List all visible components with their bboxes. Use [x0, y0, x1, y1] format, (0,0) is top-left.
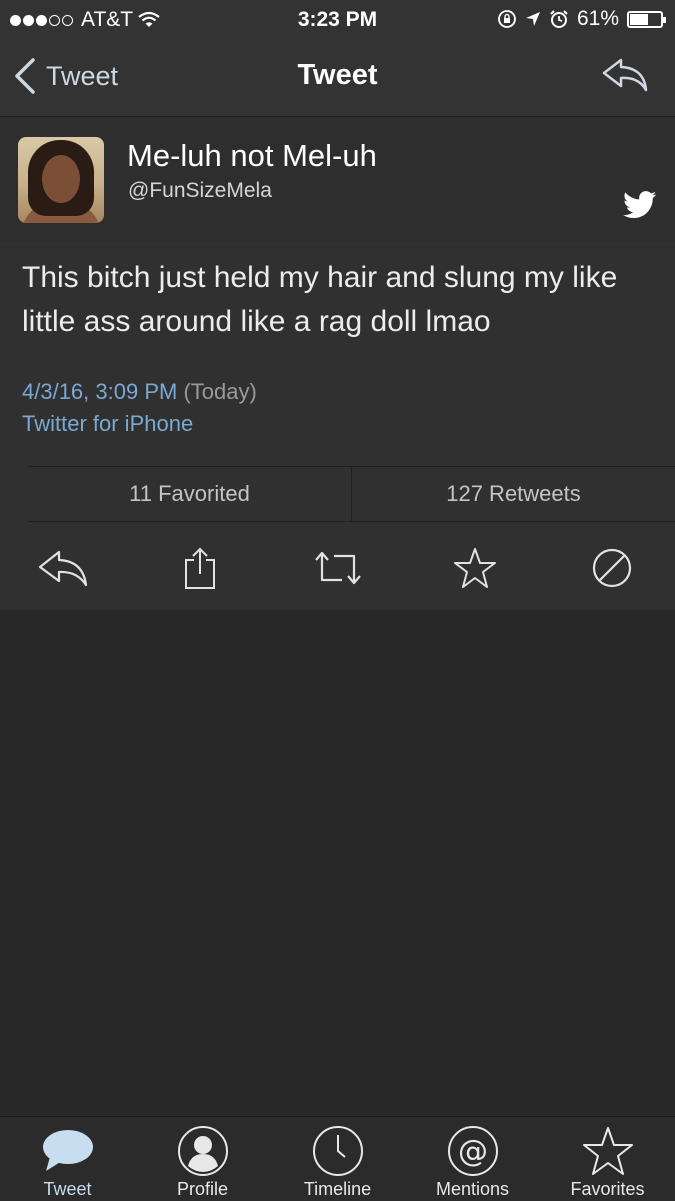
reply-icon: [602, 58, 648, 92]
tweet-text: This bitch just held my hair and slung m…: [22, 261, 618, 338]
tweet-header: Me-luh not Mel-uh @FunSizeMela: [0, 117, 675, 242]
star-icon: [582, 1127, 633, 1175]
tab-mentions[interactable]: @ Mentions: [405, 1117, 540, 1201]
display-name[interactable]: Me-luh not Mel-uh: [127, 138, 377, 174]
rotation-lock-icon: [498, 10, 516, 28]
tab-favorites[interactable]: Favorites: [540, 1117, 675, 1201]
battery-fill: [630, 13, 648, 25]
user-handle[interactable]: @FunSizeMela: [128, 179, 272, 203]
speech-bubble-icon: [42, 1130, 93, 1171]
tab-tweet[interactable]: Tweet: [0, 1117, 135, 1201]
battery-percent: 61%: [576, 7, 619, 30]
page-title: Tweet: [297, 59, 378, 91]
favorited-count[interactable]: 11 Favorited: [28, 467, 351, 521]
tweet-stats: 11 Favorited 127 Retweets: [28, 466, 675, 522]
tweet-date-note: (Today): [183, 379, 257, 404]
status-bar: AT&T 3:23 PM 61%: [0, 0, 675, 38]
navigation-bar: Tweet Tweet: [0, 38, 675, 117]
profile-icon: [177, 1126, 228, 1176]
avatar[interactable]: [18, 137, 104, 223]
clock-icon: [312, 1126, 363, 1176]
tab-label-favorites: Favorites: [570, 1179, 645, 1199]
tab-label-timeline: Timeline: [303, 1179, 372, 1199]
battery-icon: [627, 10, 666, 28]
tab-profile[interactable]: Profile: [135, 1117, 270, 1201]
share-button[interactable]: [173, 546, 227, 590]
twitter-bird-icon: [623, 191, 657, 219]
tweet-actions: [0, 536, 675, 596]
star-icon: [454, 548, 496, 588]
tweet-meta: 4/3/16, 3:09 PM (Today) Twitter for iPho…: [22, 376, 257, 440]
tweet-body: This bitch just held my hair and slung m…: [0, 242, 675, 610]
svg-text:@: @: [458, 1134, 488, 1169]
block-icon: [592, 548, 632, 588]
share-icon: [185, 547, 215, 589]
location-arrow-icon: [525, 12, 540, 26]
tweet-source-link[interactable]: Twitter for iPhone: [22, 408, 257, 440]
favorite-button[interactable]: [448, 546, 502, 590]
tab-timeline[interactable]: Timeline: [270, 1117, 405, 1201]
retweet-icon: [315, 551, 361, 585]
reply-nav-button[interactable]: [601, 56, 649, 99]
alarm-icon: [550, 10, 568, 28]
tab-label-profile: Profile: [176, 1179, 229, 1199]
tab-bar: Tweet Profile Timeline @ Mentions Favori…: [0, 1116, 675, 1201]
reply-icon: [38, 550, 88, 587]
retweet-count[interactable]: 127 Retweets: [351, 467, 675, 521]
status-right: 61%: [497, 7, 666, 31]
tab-label-mentions: Mentions: [435, 1179, 510, 1199]
tab-label-tweet: Tweet: [43, 1179, 92, 1199]
retweet-button[interactable]: [311, 546, 365, 590]
block-button[interactable]: [585, 546, 639, 590]
at-icon: @: [447, 1126, 498, 1176]
tweet-date: 4/3/16, 3:09 PM: [22, 379, 178, 404]
reply-button[interactable]: [36, 546, 90, 590]
